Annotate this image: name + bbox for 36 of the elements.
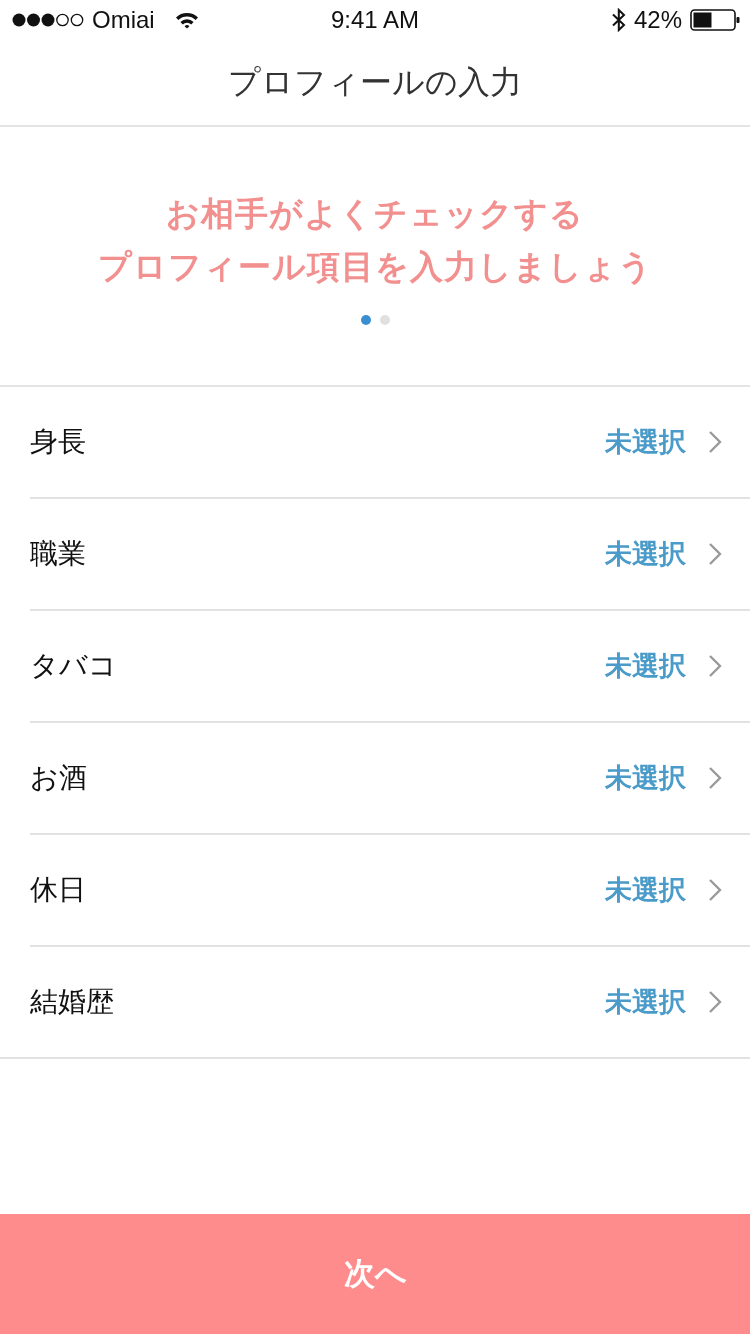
item-label: 身長 (30, 425, 87, 459)
profile-item-row[interactable]: 身長 未選択 (30, 387, 750, 499)
screen-title: プロフィールの入力 (228, 62, 522, 102)
chevron-right-icon (708, 990, 722, 1014)
item-label: 結婚歴 (30, 985, 115, 1019)
chevron-right-icon (708, 766, 722, 790)
chevron-right-icon (708, 878, 722, 902)
carrier-name: Omiai (92, 6, 155, 34)
battery-percentage: 42% (633, 6, 682, 34)
item-label: タバコ (30, 649, 118, 683)
bluetooth-icon (611, 8, 626, 32)
item-value: 未選択 (605, 650, 686, 683)
item-value: 未選択 (605, 986, 686, 1019)
profile-item-row[interactable]: タバコ 未選択 (30, 611, 750, 723)
battery-icon (690, 9, 740, 31)
item-label: お酒 (30, 761, 88, 795)
wifi-icon (174, 11, 199, 29)
profile-item-row[interactable]: お酒 未選択 (30, 723, 750, 835)
item-label: 休日 (30, 873, 87, 907)
chevron-right-icon (708, 654, 722, 678)
item-label: 職業 (30, 537, 87, 571)
profile-item-row[interactable]: 休日 未選択 (30, 835, 750, 947)
page-indicator-dot[interactable] (379, 315, 390, 325)
signal-strength-icon (12, 13, 84, 27)
item-value: 未選択 (605, 762, 686, 795)
headline-text: プロフィール項目を入力しましょう (97, 247, 653, 287)
chevron-right-icon (708, 430, 722, 454)
headline-text: お相手がよくチェックする (166, 194, 584, 234)
profile-item-row[interactable]: 職業 未選択 (30, 499, 750, 611)
item-value: 未選択 (605, 874, 686, 907)
chevron-right-icon (708, 542, 722, 566)
item-value: 未選択 (605, 426, 686, 459)
item-value: 未選択 (605, 538, 686, 571)
page-indicator-dot[interactable] (360, 315, 371, 325)
profile-item-row[interactable]: 結婚歴 未選択 (0, 947, 750, 1059)
clock-time: 9:41 AM (330, 6, 420, 33)
